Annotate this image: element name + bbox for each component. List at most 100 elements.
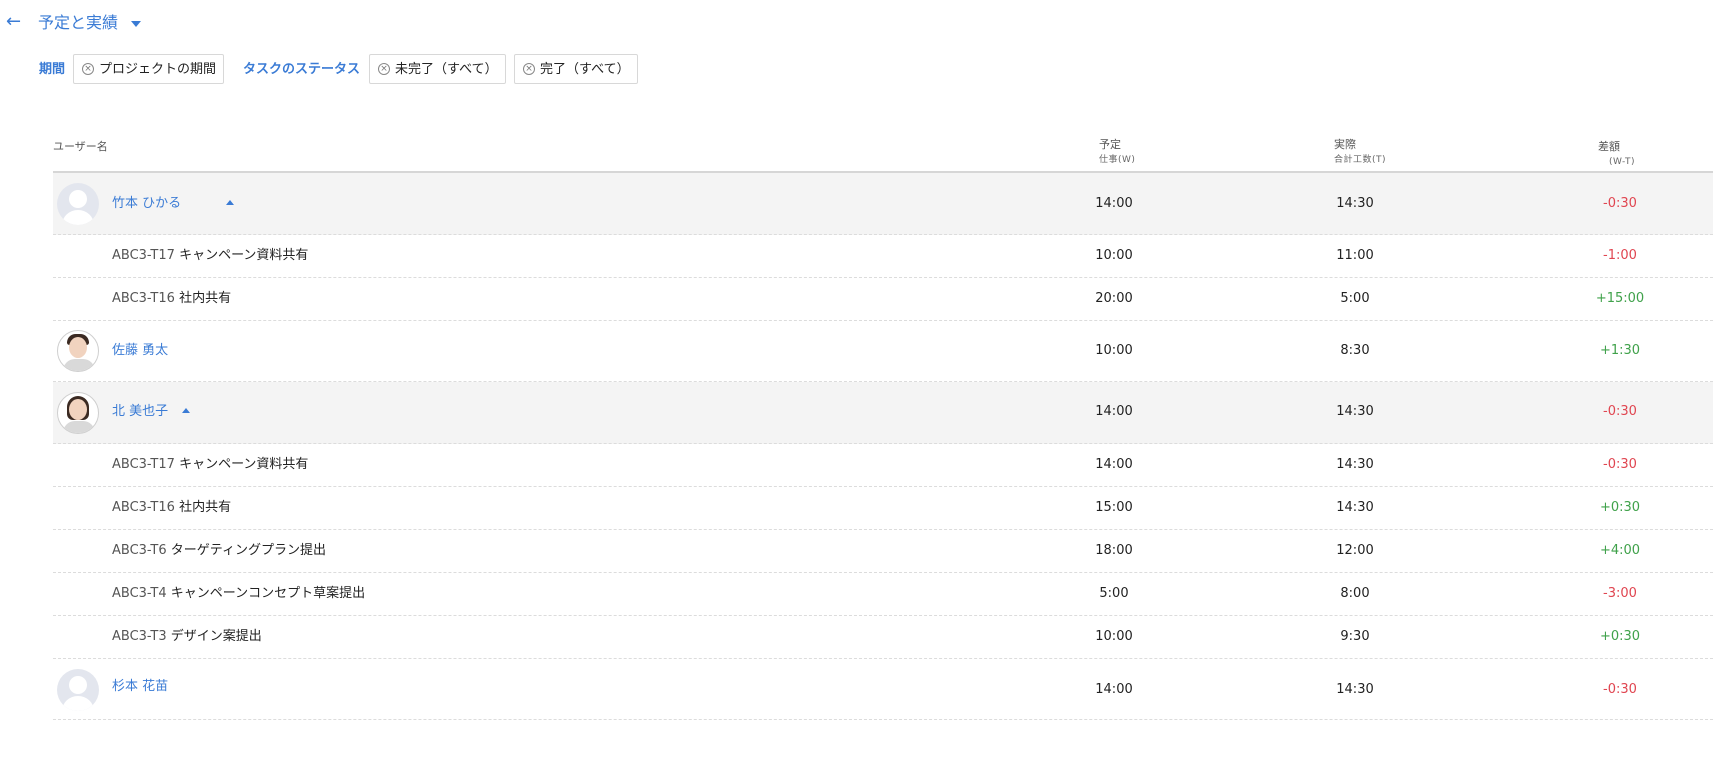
task-row[interactable]: ABC3-T4 キャンペーンコンセプト草案提出 5:00 8:00 -3:00 <box>53 573 1713 616</box>
actual-value: 14:30 <box>1336 404 1374 419</box>
user-row[interactable]: 杉本 花苗 14:00 14:30 -0:30 <box>53 659 1713 720</box>
actual-value: 14:30 <box>1336 196 1374 211</box>
task-name[interactable]: ABC3-T16 社内共有 <box>112 291 231 307</box>
status-filter-label[interactable]: タスクのステータス <box>243 62 360 78</box>
actual-value: 9:30 <box>1340 629 1370 644</box>
task-name[interactable]: ABC3-T17 キャンペーン資料共有 <box>112 457 308 473</box>
task-title: デザイン案提出 <box>170 629 262 644</box>
planned-value: 10:00 <box>1095 248 1133 263</box>
task-title: キャンペーン資料共有 <box>179 457 309 472</box>
col-planned: 予定 <box>1099 138 1121 151</box>
planned-value: 14:00 <box>1095 404 1133 419</box>
task-name[interactable]: ABC3-T17 キャンペーン資料共有 <box>112 248 308 264</box>
planned-value: 14:00 <box>1095 457 1133 472</box>
task-code: ABC3-T16 <box>112 500 175 515</box>
col-diff: 差額 <box>1598 140 1620 153</box>
task-title: 社内共有 <box>179 291 232 306</box>
caret-up-icon[interactable] <box>226 200 234 205</box>
task-row[interactable]: ABC3-T6 ターゲティングプラン提出 18:00 12:00 +4:00 <box>53 530 1713 573</box>
avatar <box>57 669 99 711</box>
planned-value: 10:00 <box>1095 629 1133 644</box>
diff-value: -3:00 <box>1603 586 1637 601</box>
planned-value: 15:00 <box>1095 500 1133 515</box>
planned-value: 14:00 <box>1095 682 1133 697</box>
actual-value: 5:00 <box>1340 291 1370 306</box>
period-filter-label[interactable]: 期間 <box>39 62 65 78</box>
col-user-name: ユーザー名 <box>53 140 108 153</box>
user-name-link[interactable]: 佐藤 勇太 <box>112 343 168 359</box>
actual-value: 12:00 <box>1336 543 1374 558</box>
user-row[interactable]: 北 美也子 14:00 14:30 -0:30 <box>53 382 1713 444</box>
task-row[interactable]: ABC3-T17 キャンペーン資料共有 14:00 14:30 -0:30 <box>53 444 1713 487</box>
caret-up-icon[interactable] <box>182 408 190 413</box>
task-name[interactable]: ABC3-T16 社内共有 <box>112 500 231 516</box>
circle-x-icon[interactable]: × <box>82 63 94 75</box>
task-name[interactable]: ABC3-T4 キャンペーンコンセプト草案提出 <box>112 586 365 602</box>
task-row[interactable]: ABC3-T16 社内共有 20:00 5:00 +15:00 <box>53 278 1713 321</box>
diff-value: -0:30 <box>1603 682 1637 697</box>
diff-value: -0:30 <box>1603 196 1637 211</box>
diff-value: +0:30 <box>1599 629 1641 644</box>
period-filter-chip[interactable]: × プロジェクトの期間 <box>73 54 224 84</box>
circle-x-icon[interactable]: × <box>378 63 390 75</box>
user-name-link[interactable]: 竹本 ひかる <box>112 196 181 212</box>
task-name[interactable]: ABC3-T3 デザイン案提出 <box>112 629 262 645</box>
actual-value: 14:30 <box>1336 500 1374 515</box>
task-title: ターゲティングプラン提出 <box>170 543 327 558</box>
col-actual: 実際 <box>1334 138 1356 151</box>
task-code: ABC3-T17 <box>112 248 175 263</box>
task-title: キャンペーン資料共有 <box>179 248 309 263</box>
caret-down-icon[interactable] <box>131 21 141 27</box>
task-code: ABC3-T4 <box>112 586 167 601</box>
plan-vs-actual-table: ユーザー名 予定 仕事(W) 実際 合計工数(T) 差額 (W-T) 竹本 ひか… <box>53 136 1713 720</box>
status-filter-chip-incomplete[interactable]: × 未完了（すべて） <box>369 54 506 84</box>
actual-value: 14:30 <box>1336 457 1374 472</box>
col-actual-sub: 合計工数(T) <box>1334 155 1387 165</box>
diff-value: +4:00 <box>1599 543 1641 558</box>
filter-bar: 期間 × プロジェクトの期間 タスクのステータス × 未完了（すべて） × 完了… <box>0 54 1713 86</box>
task-code: ABC3-T3 <box>112 629 167 644</box>
user-name-link[interactable]: 杉本 花苗 <box>112 679 168 695</box>
page-header: ← 予定と実績 <box>0 0 1713 48</box>
avatar <box>57 183 99 225</box>
actual-value: 8:30 <box>1340 343 1370 358</box>
back-arrow-icon[interactable]: ← <box>6 12 26 32</box>
task-code: ABC3-T16 <box>112 291 175 306</box>
col-planned-sub: 仕事(W) <box>1099 155 1136 165</box>
diff-value: +1:30 <box>1599 343 1641 358</box>
planned-value: 20:00 <box>1095 291 1133 306</box>
diff-value: -1:00 <box>1603 248 1637 263</box>
user-row[interactable]: 竹本 ひかる 14:00 14:30 -0:30 <box>53 173 1713 235</box>
actual-value: 14:30 <box>1336 682 1374 697</box>
period-chip-text: プロジェクトの期間 <box>99 62 217 77</box>
task-name[interactable]: ABC3-T6 ターゲティングプラン提出 <box>112 543 326 559</box>
task-title: 社内共有 <box>179 500 232 515</box>
planned-value: 14:00 <box>1095 196 1133 211</box>
task-row[interactable]: ABC3-T16 社内共有 15:00 14:30 +0:30 <box>53 487 1713 530</box>
circle-x-icon[interactable]: × <box>523 63 535 75</box>
avatar <box>57 330 99 372</box>
task-row[interactable]: ABC3-T3 デザイン案提出 10:00 9:30 +0:30 <box>53 616 1713 659</box>
task-title: キャンペーンコンセプト草案提出 <box>170 586 366 601</box>
status-chip-text: 完了（すべて） <box>540 62 630 77</box>
diff-value: +15:00 <box>1595 291 1645 306</box>
actual-value: 11:00 <box>1336 248 1374 263</box>
task-code: ABC3-T6 <box>112 543 167 558</box>
planned-value: 5:00 <box>1099 586 1129 601</box>
planned-value: 10:00 <box>1095 343 1133 358</box>
task-row[interactable]: ABC3-T17 キャンペーン資料共有 10:00 11:00 -1:00 <box>53 235 1713 278</box>
status-chip-text: 未完了（すべて） <box>395 62 498 77</box>
table-header: ユーザー名 予定 仕事(W) 実際 合計工数(T) 差額 (W-T) <box>53 136 1713 173</box>
planned-value: 18:00 <box>1095 543 1133 558</box>
diff-value: -0:30 <box>1603 457 1637 472</box>
diff-value: -0:30 <box>1603 404 1637 419</box>
page-title[interactable]: 予定と実績 <box>38 12 118 34</box>
actual-value: 8:00 <box>1340 586 1370 601</box>
avatar <box>57 392 99 434</box>
user-name-link[interactable]: 北 美也子 <box>112 404 168 420</box>
col-diff-sub: (W-T) <box>1609 157 1635 167</box>
diff-value: +0:30 <box>1599 500 1641 515</box>
status-filter-chip-complete[interactable]: × 完了（すべて） <box>514 54 638 84</box>
user-row[interactable]: 佐藤 勇太 10:00 8:30 +1:30 <box>53 321 1713 382</box>
task-code: ABC3-T17 <box>112 457 175 472</box>
